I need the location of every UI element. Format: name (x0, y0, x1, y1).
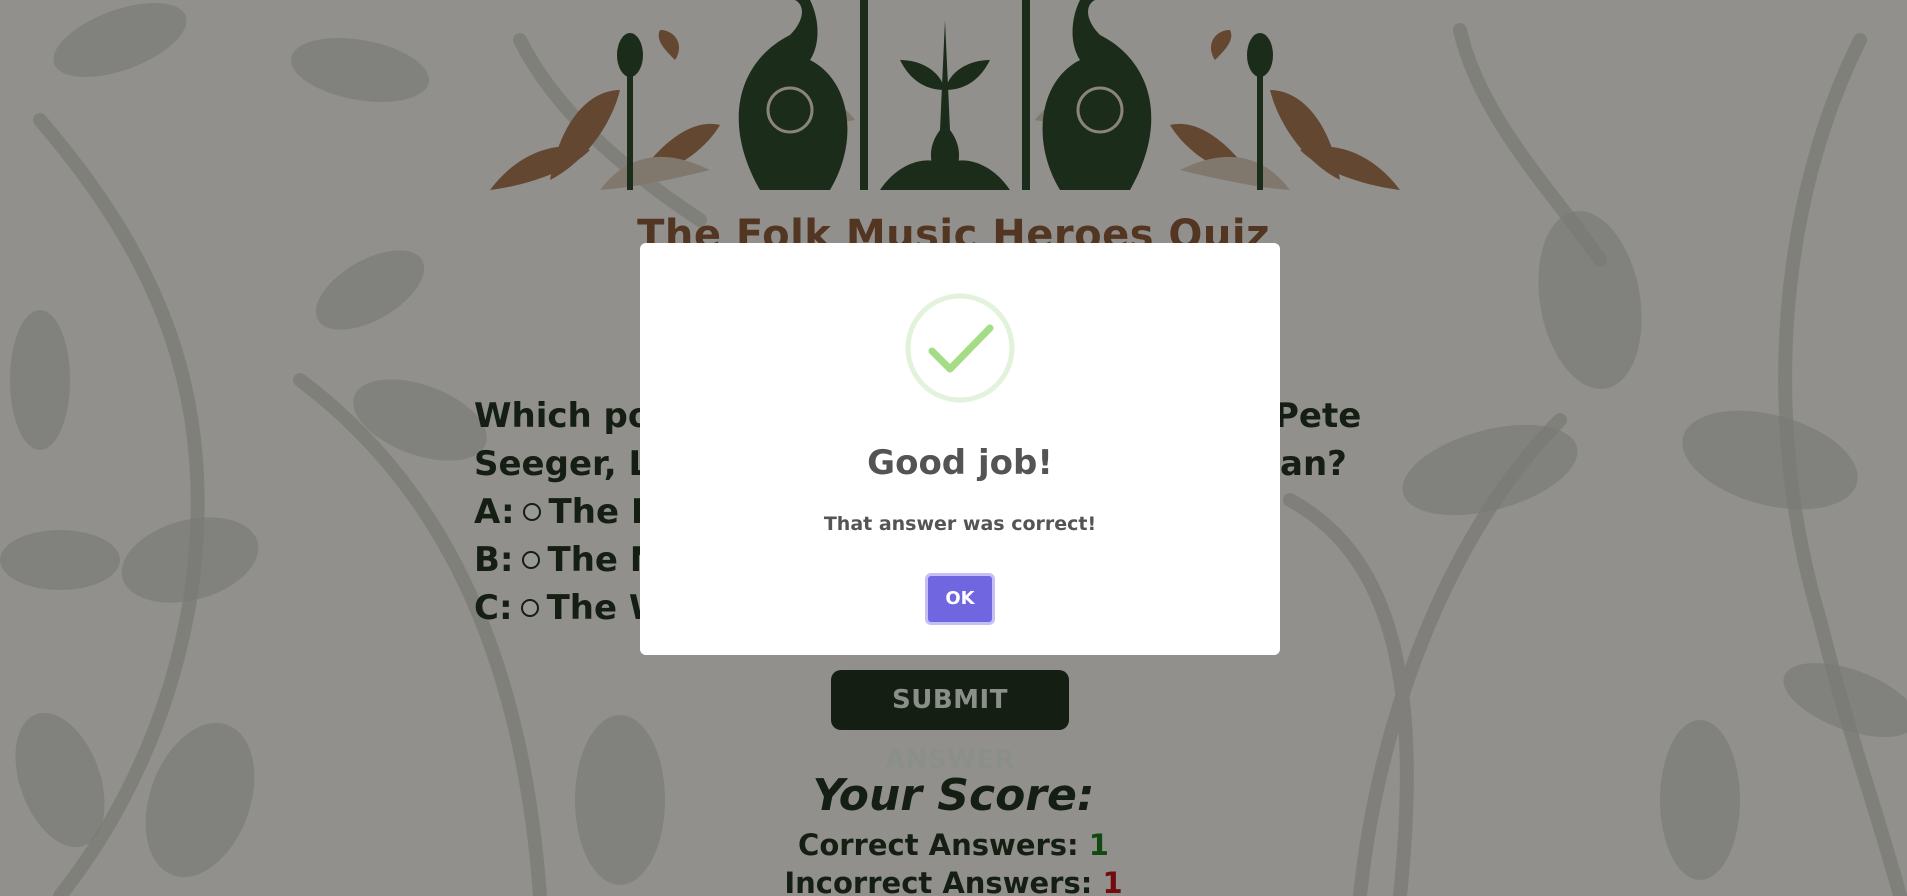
dialog-title: Good job! (867, 443, 1053, 483)
ok-button[interactable]: OK (925, 573, 995, 625)
result-dialog: Good job! That answer was correct! OK (640, 243, 1280, 655)
dialog-message: That answer was correct! (823, 513, 1097, 535)
success-check-icon (905, 293, 1015, 403)
